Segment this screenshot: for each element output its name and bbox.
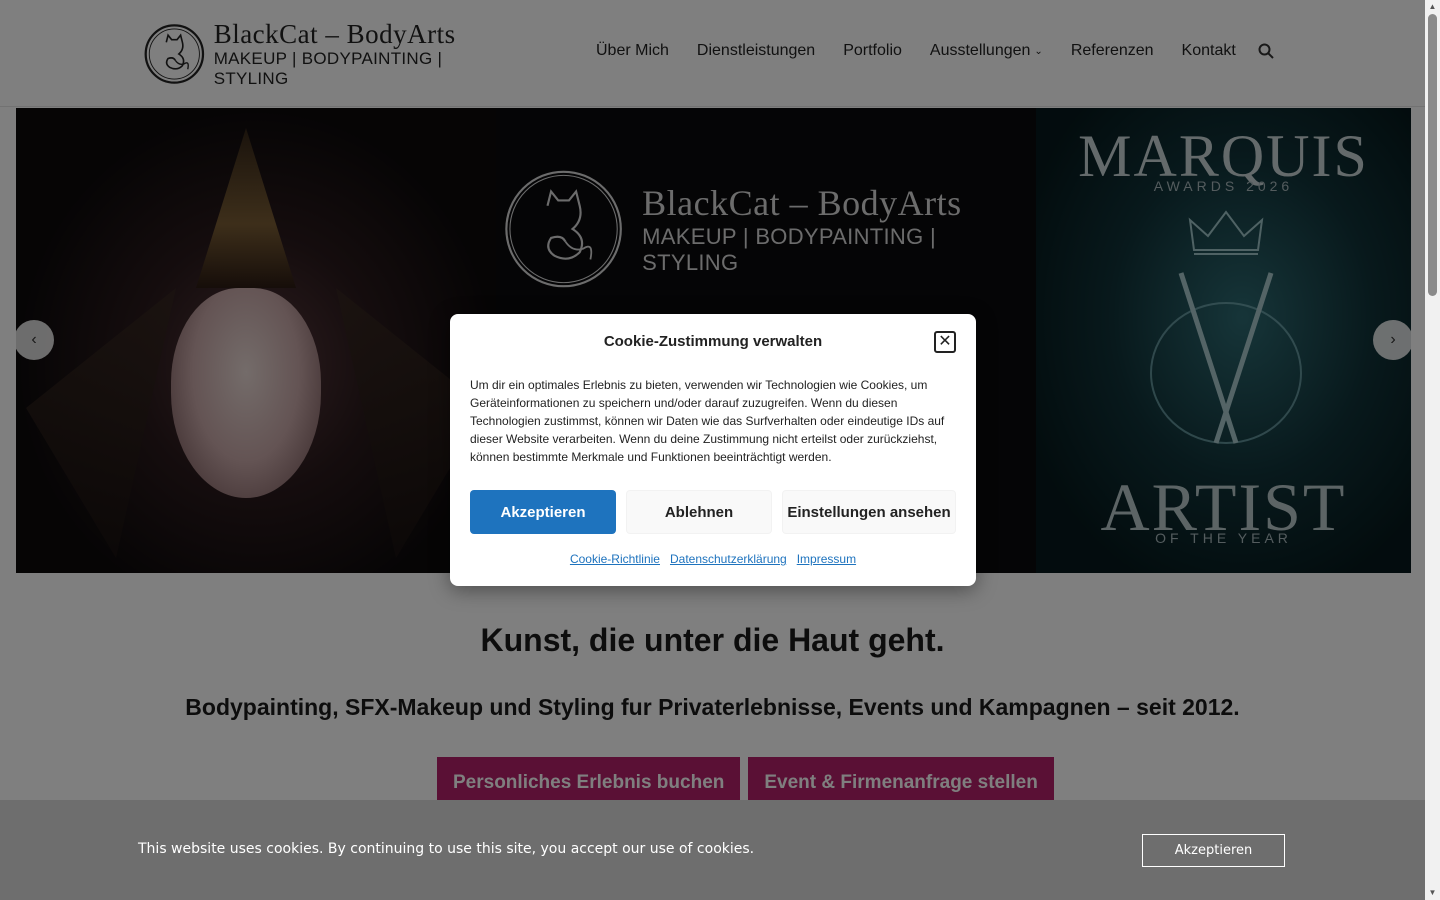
scroll-thumb[interactable]	[1428, 14, 1437, 296]
modal-button-row: Akzeptieren Ablehnen Einstellungen anseh…	[470, 490, 956, 534]
cookie-notice-text: This website uses cookies. By continuing…	[138, 841, 755, 857]
scroll-up-icon[interactable]: ▲	[1428, 2, 1437, 12]
deny-cookies-button[interactable]: Ablehnen	[626, 490, 772, 534]
close-icon[interactable]: ✕	[934, 331, 956, 353]
accept-cookies-button[interactable]: Akzeptieren	[470, 490, 616, 534]
view-settings-button[interactable]: Einstellungen ansehen	[782, 490, 956, 534]
cookie-consent-modal: Cookie-Zustimmung verwalten ✕ Um dir ein…	[450, 314, 976, 586]
page-scrollbar[interactable]: ▲ ▼	[1425, 0, 1440, 900]
imprint-link[interactable]: Impressum	[797, 552, 856, 566]
modal-description: Um dir ein optimales Erlebnis zu bieten,…	[470, 378, 945, 464]
scroll-down-icon[interactable]: ▼	[1428, 888, 1437, 898]
privacy-policy-link[interactable]: Datenschutzerklärung	[670, 552, 787, 566]
modal-title: Cookie-Zustimmung verwalten	[603, 333, 823, 350]
cookie-notice-bar: This website uses cookies. By continuing…	[0, 800, 1425, 900]
cookie-bar-accept-button[interactable]: Akzeptieren	[1142, 834, 1285, 867]
modal-links: Cookie-Richtlinie Datenschutzerklärung I…	[450, 552, 976, 566]
cookie-policy-link[interactable]: Cookie-Richtlinie	[570, 552, 660, 566]
